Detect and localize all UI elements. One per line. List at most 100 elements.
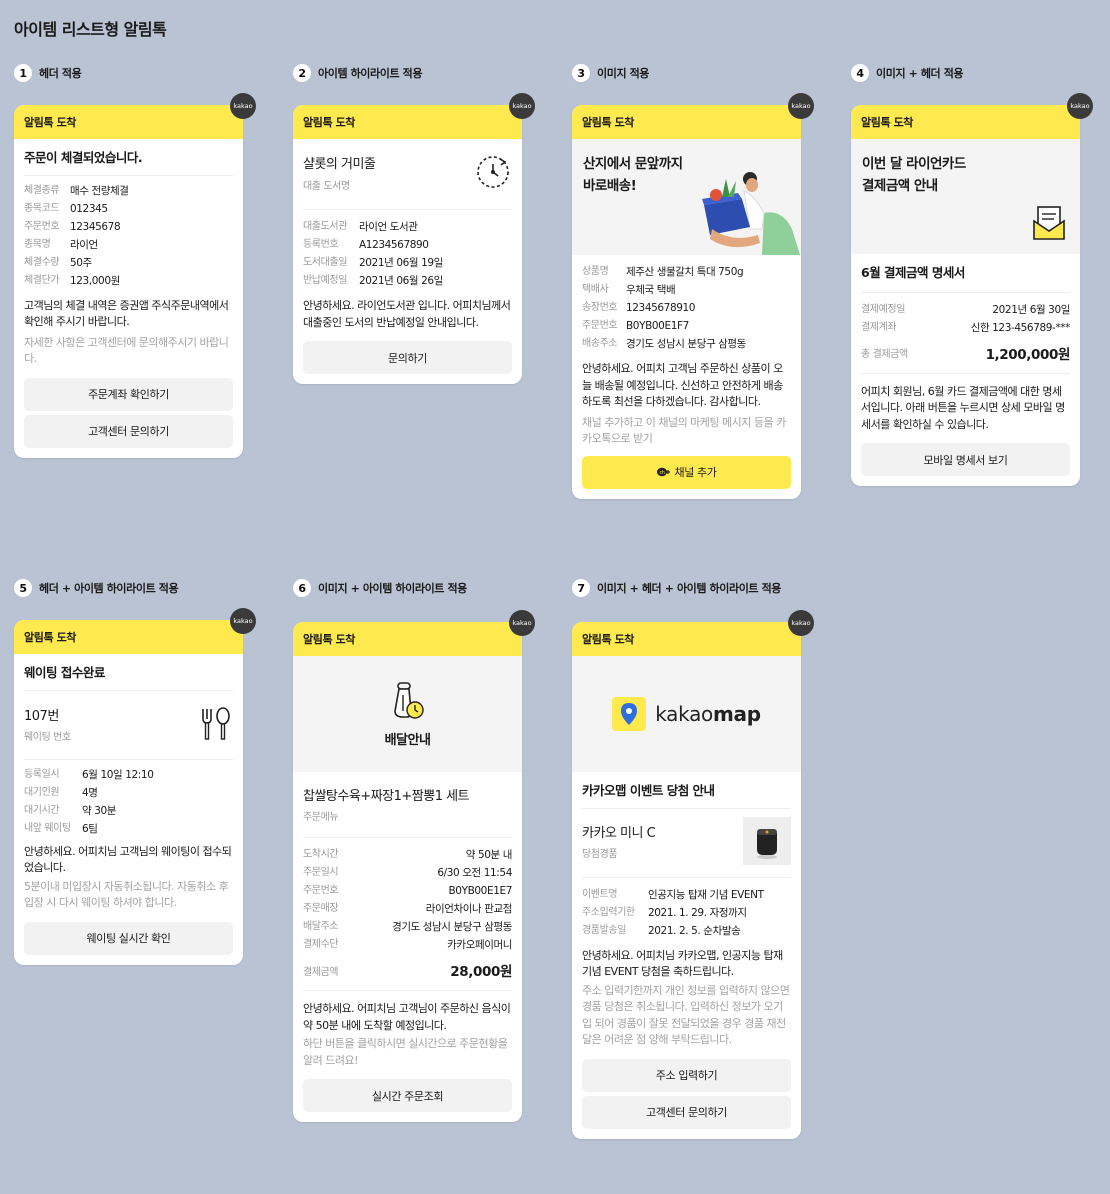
card-header-applied: kakao 알림톡 도착 주문이 체결되었습니다. 체결종류 매수 전량체결 종목… <box>14 93 256 458</box>
highlight-sub: 당첨경품 <box>582 849 618 861</box>
promo-image: 이번 달 라이언카드 결제금액 안내 <box>851 139 1080 254</box>
card-header: 알림톡 도착 <box>851 105 1080 139</box>
chat-plus-icon: ch <box>656 467 671 477</box>
kakao-badge: kakao <box>788 93 814 119</box>
section-title: 이미지 + 아이템 하이라이트 적용 <box>318 582 467 595</box>
enter-address-button[interactable]: 주소 입력하기 <box>582 1058 791 1092</box>
divider <box>861 372 1070 374</box>
kakaomap-logo-image: kakaomap <box>572 656 801 772</box>
list-item: 결제계좌 신한 123-456789-*** <box>861 321 1070 334</box>
list-item: 대기인원 4명 <box>24 786 98 799</box>
highlight-title: 107번 <box>24 708 59 724</box>
check-account-button[interactable]: 주문계좌 확인하기 <box>24 377 233 411</box>
message-body: 안녕하세요. 어피치님 카카오맵, 인공지능 탑재 기념 EVENT 당첨을 축… <box>582 948 783 979</box>
highlight-title: 샬롯의 거미줄 <box>303 157 376 173</box>
section-number: 1 <box>14 64 32 82</box>
kakao-badge: kakao <box>509 610 535 636</box>
customer-center-button[interactable]: 고객센터 문의하기 <box>582 1095 791 1129</box>
svg-text:ch: ch <box>659 470 664 476</box>
list-item: 주문번호 12345678 <box>24 220 121 233</box>
add-channel-label: 채널 추가 <box>674 466 717 479</box>
list-item: 도서대출일 2021년 06월 19일 <box>303 257 443 269</box>
kakao-badge: kakao <box>230 93 256 119</box>
section-label-6: 6 이미지 + 아이템 하이라이트 적용 <box>293 579 467 597</box>
delivery-scooter-icon <box>391 681 425 725</box>
kakao-badge: kakao <box>788 610 814 636</box>
list-item: 체결단가 123,000원 <box>24 274 120 287</box>
list-item: 종목코드 012345 <box>24 202 108 215</box>
message-sub: 자세한 사항은 고객센터에 문의해주시기 바랍니다. <box>24 335 229 366</box>
card-image-highlight: kakao 알림톡 도착 배달안내 찹쌀탕수육+짜장1+짬뽕1 세트 주문메뉴 … <box>293 610 535 1123</box>
message-body: 안녕하세요. 어피치 고객님 주문하신 상품이 오늘 배송될 예정입니다. 신선… <box>582 362 783 408</box>
divider <box>24 758 233 760</box>
highlight-area: 찹쌀탕수육+짜장1+짬뽕1 세트 주문메뉴 <box>303 772 512 837</box>
section-label-7: 7 이미지 + 헤더 + 아이템 하이라이트 적용 <box>572 579 781 597</box>
card-image-header-highlight: kakao 알림톡 도착 kakaomap 카카오맵 이벤트 당첨 안내 카카오… <box>572 610 814 1139</box>
inquiry-button[interactable]: 문의하기 <box>303 341 512 374</box>
item-list: 상품명 제주산 생물갈치 특대 750g 택배사 우체국 택배 송장번호 123456… <box>582 263 791 353</box>
message-sub: 주소 입력기한까지 개인 정보를 입력하지 않으면 경품 당첨은 취소됩니다. … <box>582 983 790 1047</box>
section-title: 이미지 + 헤더 적용 <box>876 67 964 80</box>
list-item: 상품명 제주산 생물갈치 특대 750g <box>582 266 744 278</box>
section-number: 7 <box>572 579 590 597</box>
card-header: 알림톡 도착 <box>572 622 801 656</box>
highlight-sub: 웨이팅 번호 <box>24 732 71 744</box>
waiting-status-button[interactable]: 웨이팅 실시간 확인 <box>24 921 233 955</box>
section-title: 헤더 적용 <box>39 67 82 80</box>
list-item: 이벤트명 인공지능 탑재 기념 EVENT <box>582 888 764 901</box>
message-title: 카카오맵 이벤트 당첨 안내 <box>582 783 715 798</box>
divider <box>303 209 512 210</box>
list-item: 배달주소 경기도 성남시 분당구 삼평동 <box>303 921 512 934</box>
message-body: 안녕하세요. 라이언도서관 입니다. 어피치님께서 대출중인 도서의 반납예정일… <box>303 299 511 329</box>
list-item: 주문번호 B0YB00E1E7 <box>303 885 512 898</box>
section-number: 6 <box>293 579 311 597</box>
highlight-area: 카카오 미니 C 당첨경품 <box>582 809 791 877</box>
message-title: 주문이 체결되었습니다. <box>24 150 143 165</box>
item-list: 대출도서관 라이언 도서관 등록번호 A1234567890 도서대출일 2021년 … <box>303 218 512 290</box>
section-label-4: 4 이미지 + 헤더 적용 <box>851 64 964 82</box>
section-label-2: 2 아이템 하이라이트 적용 <box>293 64 422 82</box>
kakao-badge: kakao <box>230 608 256 634</box>
divider <box>303 990 512 992</box>
add-channel-button[interactable]: ch 채널 추가 <box>582 455 791 489</box>
order-tracking-button[interactable]: 실시간 주문조회 <box>303 1079 512 1113</box>
mobile-statement-button[interactable]: 모바일 명세서 보기 <box>861 443 1070 476</box>
section-label-3: 3 이미지 적용 <box>572 64 649 82</box>
kakao-badge: kakao <box>1067 93 1093 119</box>
promo-image: 배달안내 <box>293 656 522 772</box>
clock-return-icon <box>474 153 512 195</box>
item-list: 체결종류 매수 전량체결 종목코드 012345 주문번호 12345678 종목명 라… <box>24 182 233 290</box>
section-title: 이미지 적용 <box>597 67 650 80</box>
image-title-line1: 산지에서 문앞까지 <box>583 156 683 172</box>
list-item: 주소입력기한 2021. 1. 29. 자정까지 <box>582 906 747 919</box>
highlight-sub: 주문메뉴 <box>303 812 339 824</box>
image-caption: 배달안내 <box>384 732 431 748</box>
list-item: 등록일시 6월 10일 12:10 <box>24 768 154 781</box>
highlight-area: 107번 웨이팅 번호 <box>24 691 233 759</box>
customer-center-button[interactable]: 고객센터 문의하기 <box>24 414 233 448</box>
image-title-line1: 이번 달 라이언카드 <box>862 156 966 172</box>
divider <box>303 837 512 839</box>
section-title: 헤더 + 아이템 하이라이트 적용 <box>39 582 179 595</box>
divider <box>861 291 1070 293</box>
divider <box>24 174 233 176</box>
list-item: 내앞 웨이팅 6팀 <box>24 822 98 835</box>
section-title: 아이템 하이라이트 적용 <box>318 67 423 80</box>
delivery-person-illustration <box>692 169 804 259</box>
card-header: 알림톡 도착 <box>293 105 522 139</box>
highlight-sub: 대출 도서명 <box>303 180 350 192</box>
message-sub: 채널 추가하고 이 채널의 마케팅 메시지 등을 카카오톡으로 받기 <box>582 415 786 446</box>
card-header: 알림톡 도착 <box>293 622 522 656</box>
card-item-highlight: kakao 알림톡 도착 샬롯의 거미줄 대출 도서명 대출도서관 라이언 도서관… <box>293 93 535 384</box>
list-item: 체결수량 50주 <box>24 256 92 269</box>
message-body: 안녕하세요. 어피치님 고객님의 웨이팅이 접수되었습니다. <box>24 844 232 875</box>
highlight-area: 샬롯의 거미줄 대출 도서명 <box>303 139 512 209</box>
card-header: 알림톡 도착 <box>14 620 243 654</box>
list-item: 도착시간 약 50분 내 <box>303 849 512 862</box>
message-body: 안녕하세요. 어피치님 고객님이 주문하신 음식이 약 50분 내에 도착할 예… <box>303 1002 511 1032</box>
message-title: 웨이팅 접수완료 <box>24 665 105 680</box>
list-item: 체결종류 매수 전량체결 <box>24 184 129 197</box>
card-image-applied: kakao 알림톡 도착 산지에서 문앞까지 바로배송! 상품명 제주산 생물갈치… <box>572 93 814 499</box>
list-item: 주문매장 라이언차이나 판교점 <box>303 903 512 916</box>
section-number: 4 <box>851 64 869 82</box>
